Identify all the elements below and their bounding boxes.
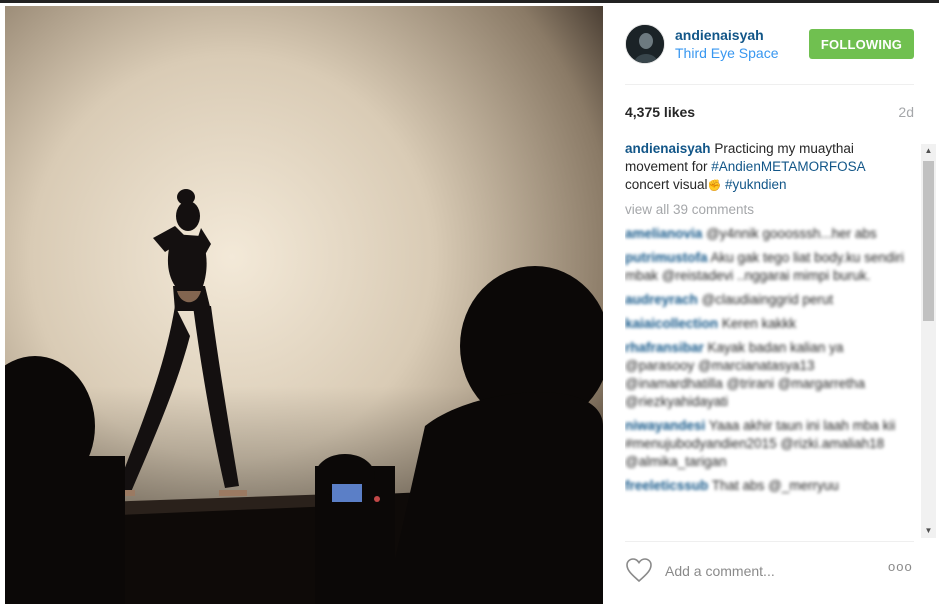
- comment-item: freeleticssub That abs @_merryuu: [625, 477, 907, 495]
- comment-text: @claudiainggrid perut: [701, 292, 834, 307]
- comment-item: putrimustofa Aku gak tego liat body.ku s…: [625, 249, 907, 285]
- caption-hashtag-1[interactable]: #AndienMETAMORFOSA: [711, 159, 865, 174]
- blurred-comments: amelianovia @y4nnik gooosssh...her abs p…: [625, 225, 907, 495]
- comment-username[interactable]: kaiaicollection: [625, 316, 718, 331]
- avatar[interactable]: [625, 24, 665, 64]
- comments-list: andienaisyah Practicing my muaythai move…: [625, 140, 907, 536]
- window-top-bar: [0, 0, 939, 3]
- avatar-image: [626, 25, 664, 63]
- post-location-link[interactable]: Third Eye Space: [675, 45, 779, 61]
- comment-item: kaiaicollection Keren kakkk: [625, 315, 907, 333]
- comment-username[interactable]: putrimustofa: [625, 250, 708, 265]
- scrollbar-thumb[interactable]: [923, 161, 934, 321]
- post-caption: andienaisyah Practicing my muaythai move…: [625, 140, 907, 195]
- comment-username[interactable]: freeleticssub: [625, 478, 708, 493]
- comment-item: audreyrach @claudiainggrid perut: [625, 291, 907, 309]
- heart-icon[interactable]: [625, 557, 653, 583]
- add-comment-input[interactable]: [663, 559, 867, 583]
- post-photo-image: [5, 6, 603, 604]
- scroll-down-arrow-icon[interactable]: ▼: [921, 524, 936, 538]
- caption-hashtag-2[interactable]: #yukndien: [725, 177, 787, 192]
- more-options-icon[interactable]: ooo: [888, 559, 918, 579]
- post-header: andienaisyah Third Eye Space FOLLOWING: [603, 6, 939, 84]
- scroll-up-arrow-icon[interactable]: ▲: [921, 144, 936, 158]
- comment-text: That abs @_merryuu: [711, 478, 839, 493]
- comment-username[interactable]: amelianovia: [625, 226, 702, 241]
- author-username-link[interactable]: andienaisyah: [675, 27, 764, 43]
- comment-item: niwayandesi Yaaa akhir taun ini laah mba…: [625, 417, 907, 471]
- comment-item: amelianovia @y4nnik gooosssh...her abs: [625, 225, 907, 243]
- footer-divider: [625, 541, 914, 542]
- view-all-comments-link[interactable]: view all 39 comments: [625, 201, 907, 219]
- comment-username[interactable]: audreyrach: [625, 292, 698, 307]
- comment-text: @y4nnik gooosssh...her abs: [706, 226, 877, 241]
- header-divider: [625, 84, 914, 85]
- post-photo[interactable]: [5, 6, 603, 604]
- likes-count[interactable]: 4,375 likes: [625, 104, 695, 120]
- caption-username-link[interactable]: andienaisyah: [625, 141, 711, 156]
- post-age[interactable]: 2d: [898, 104, 914, 120]
- caption-text-2: concert visual: [625, 177, 708, 192]
- comment-item: rhafransibar Kayak badan kalian ya @para…: [625, 339, 907, 411]
- comments-scrollbar[interactable]: ▲ ▼: [921, 144, 936, 538]
- comment-text: Keren kakkk: [721, 316, 797, 331]
- comment-username[interactable]: niwayandesi: [625, 418, 705, 433]
- fist-emoji-icon: ✊: [707, 180, 722, 192]
- comment-username[interactable]: rhafransibar: [625, 340, 704, 355]
- post-side-panel: andienaisyah Third Eye Space FOLLOWING 4…: [603, 6, 939, 604]
- following-button[interactable]: FOLLOWING: [809, 29, 914, 59]
